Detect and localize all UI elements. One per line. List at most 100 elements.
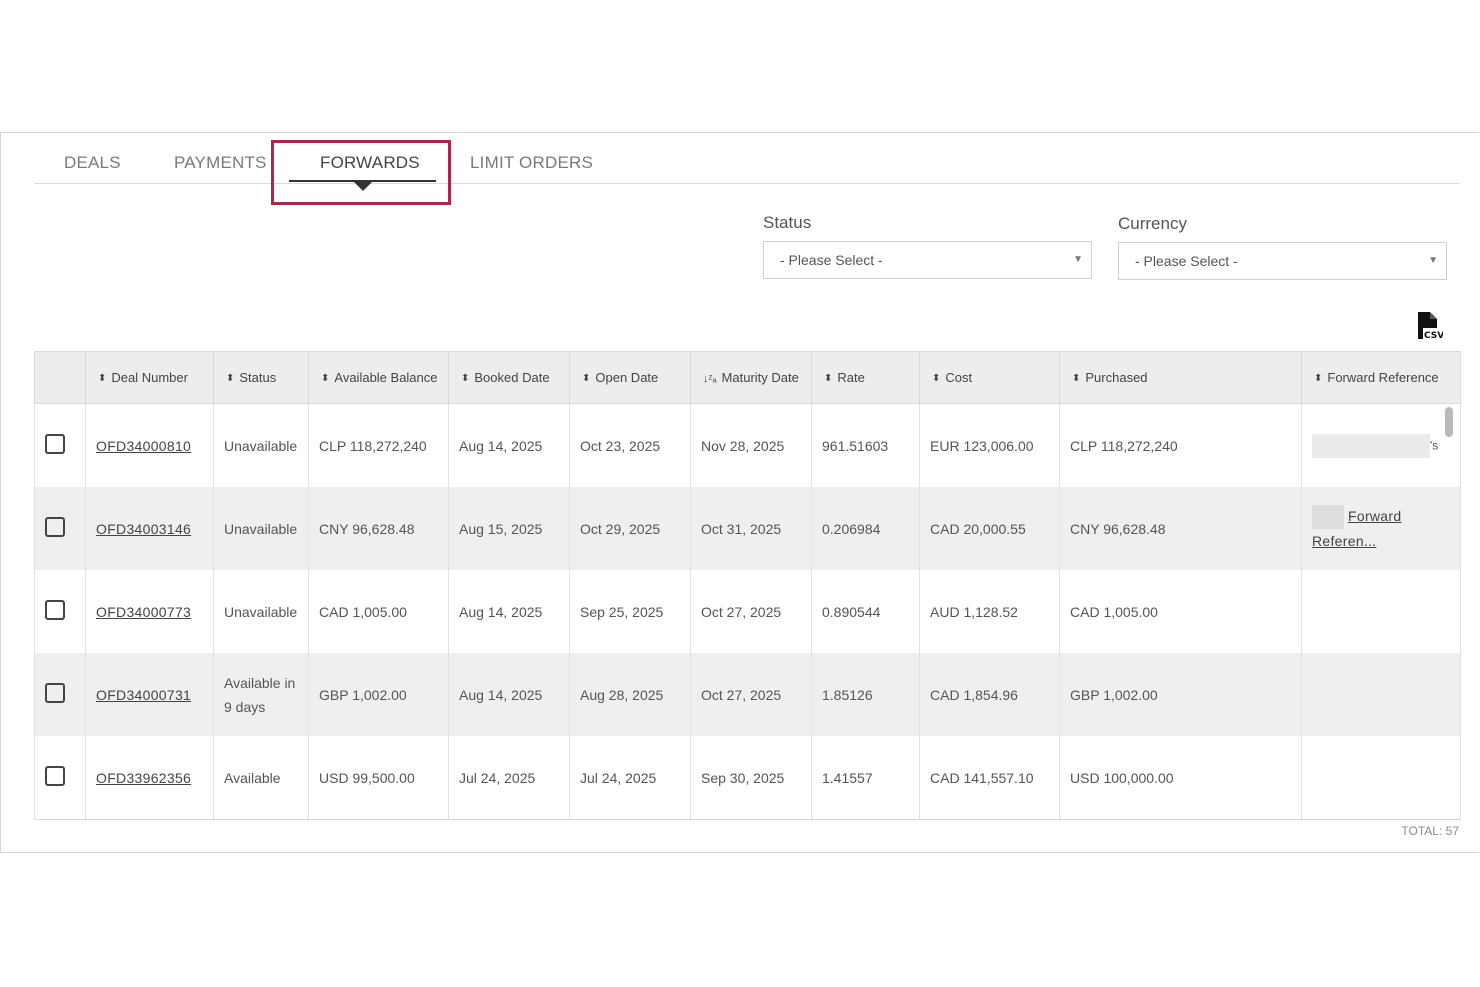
deal-number-link[interactable]: OFD34000731 bbox=[96, 687, 191, 703]
sort-icon: ⬍ bbox=[98, 373, 107, 385]
redacted-reference bbox=[1312, 433, 1430, 458]
tab-limit-orders[interactable]: LIMIT ORDERS bbox=[470, 153, 593, 173]
cost-cell: AUD 1,128.52 bbox=[919, 570, 1060, 653]
total-count: TOTAL: 57 bbox=[1401, 824, 1459, 838]
open-date-cell: Oct 29, 2025 bbox=[569, 487, 691, 570]
sort-icon: ⬍ bbox=[226, 373, 235, 385]
table-row: OFD34000810 Unavailable CLP 118,272,240 … bbox=[34, 403, 1461, 487]
available-balance-cell: CLP 118,272,240 bbox=[308, 403, 449, 487]
booked-date-cell: Aug 14, 2025 bbox=[448, 570, 570, 653]
booked-date-cell: Aug 14, 2025 bbox=[448, 653, 570, 736]
cost-cell: CAD 1,854.96 bbox=[919, 653, 1060, 736]
chevron-down-icon: ▼ bbox=[1073, 254, 1083, 265]
column-header-status[interactable]: ⬍ Status bbox=[213, 351, 309, 404]
status-cell: Available bbox=[213, 736, 309, 820]
deal-number-link[interactable]: OFD33962356 bbox=[96, 770, 191, 786]
column-header-deal-number[interactable]: ⬍ Deal Number bbox=[85, 351, 214, 404]
sort-icon: ⬍ bbox=[321, 373, 330, 385]
booked-date-cell: Aug 15, 2025 bbox=[448, 487, 570, 570]
forward-reference-cell bbox=[1301, 736, 1461, 820]
maturity-date-cell: Nov 28, 2025 bbox=[690, 403, 812, 487]
forward-reference-cell bbox=[1301, 570, 1461, 653]
column-header-booked-date[interactable]: ⬍ Booked Date bbox=[448, 351, 570, 404]
currency-select-value: - Please Select - bbox=[1135, 253, 1238, 269]
column-header-forward-reference[interactable]: ⬍ Forward Reference bbox=[1301, 351, 1461, 404]
sort-icon: ⬍ bbox=[1072, 373, 1081, 385]
available-balance-cell: GBP 1,002.00 bbox=[308, 653, 449, 736]
column-header-open-date[interactable]: ⬍ Open Date bbox=[569, 351, 691, 404]
forwards-panel: DEALS PAYMENTS FORWARDS LIMIT ORDERS Sta… bbox=[0, 132, 1479, 853]
booked-date-cell: Jul 24, 2025 bbox=[448, 736, 570, 820]
sort-descending-icon: ↓ᶻₐ bbox=[703, 372, 717, 385]
csv-export-icon[interactable]: CSV bbox=[1415, 311, 1443, 341]
row-checkbox[interactable] bbox=[45, 600, 65, 620]
maturity-date-cell: Sep 30, 2025 bbox=[690, 736, 812, 820]
forward-reference-cell bbox=[1301, 653, 1461, 736]
purchased-cell: CLP 118,272,240 bbox=[1059, 403, 1302, 487]
forwards-table: ⬍ Deal Number ⬍ Status ⬍ Available Balance … bbox=[34, 351, 1461, 820]
select-column-header bbox=[34, 351, 86, 404]
status-cell: Unavailable bbox=[213, 403, 309, 487]
status-select-value: - Please Select - bbox=[780, 252, 883, 268]
status-cell: Unavailable bbox=[213, 487, 309, 570]
rate-cell: 1.85126 bbox=[811, 653, 920, 736]
column-header-rate[interactable]: ⬍ Rate bbox=[811, 351, 920, 404]
sort-icon: ⬍ bbox=[582, 373, 591, 385]
available-balance-cell: USD 99,500.00 bbox=[308, 736, 449, 820]
open-date-cell: Jul 24, 2025 bbox=[569, 736, 691, 820]
column-header-available-balance[interactable]: ⬍ Available Balance bbox=[308, 351, 449, 404]
table-row: OFD34000731 Available in 9 days GBP 1,002… bbox=[34, 653, 1461, 736]
cost-cell: CAD 20,000.55 bbox=[919, 487, 1060, 570]
maturity-date-cell: Oct 31, 2025 bbox=[690, 487, 812, 570]
table-row: OFD34000773 Unavailable CAD 1,005.00 Aug… bbox=[34, 570, 1461, 653]
status-filter-label: Status bbox=[763, 213, 812, 232]
cost-cell: EUR 123,006.00 bbox=[919, 403, 1060, 487]
deal-number-link[interactable]: OFD34000810 bbox=[96, 438, 191, 454]
deal-number-link[interactable]: OFD34000773 bbox=[96, 604, 191, 620]
status-cell: Unavailable bbox=[213, 570, 309, 653]
table-row: OFD34003146 Unavailable CNY 96,628.48 Au… bbox=[34, 487, 1461, 570]
chevron-down-icon: ▼ bbox=[1428, 255, 1438, 266]
csv-label: CSV bbox=[1424, 331, 1443, 341]
column-header-purchased[interactable]: ⬍ Purchased bbox=[1059, 351, 1302, 404]
rate-cell: 0.890544 bbox=[811, 570, 920, 653]
deal-number-link[interactable]: OFD34003146 bbox=[96, 521, 191, 537]
maturity-date-cell: Oct 27, 2025 bbox=[690, 653, 812, 736]
column-header-cost[interactable]: ⬍ Cost bbox=[919, 351, 1060, 404]
forward-reference-link-cont[interactable]: Referen... bbox=[1312, 533, 1376, 549]
table-header-row: ⬍ Deal Number ⬍ Status ⬍ Available Balance … bbox=[34, 351, 1461, 404]
table-scrollbar-thumb[interactable] bbox=[1445, 407, 1453, 437]
cost-cell: CAD 141,557.10 bbox=[919, 736, 1060, 820]
currency-filter-label: Currency bbox=[1118, 214, 1187, 233]
tab-deals[interactable]: DEALS bbox=[64, 153, 121, 173]
forward-reference-link[interactable]: Forward bbox=[1348, 508, 1401, 524]
booked-date-cell: Aug 14, 2025 bbox=[448, 403, 570, 487]
column-header-maturity-date[interactable]: ↓ᶻₐ Maturity Date bbox=[690, 351, 812, 404]
row-checkbox[interactable] bbox=[45, 766, 65, 786]
sort-icon: ⬍ bbox=[824, 373, 833, 385]
open-date-cell: Aug 28, 2025 bbox=[569, 653, 691, 736]
rate-cell: 961.51603 bbox=[811, 403, 920, 487]
status-select[interactable]: - Please Select - ▼ bbox=[763, 241, 1092, 279]
row-checkbox[interactable] bbox=[45, 517, 65, 537]
sort-icon: ⬍ bbox=[461, 373, 470, 385]
purchased-cell: GBP 1,002.00 bbox=[1059, 653, 1302, 736]
purchased-cell: CAD 1,005.00 bbox=[1059, 570, 1302, 653]
maturity-date-cell: Oct 27, 2025 bbox=[690, 570, 812, 653]
rate-cell: 0.206984 bbox=[811, 487, 920, 570]
purchased-cell: USD 100,000.00 bbox=[1059, 736, 1302, 820]
rate-cell: 1.41557 bbox=[811, 736, 920, 820]
table-row: OFD33962356 Available USD 99,500.00 Jul … bbox=[34, 736, 1461, 820]
forward-reference-cell: Forward Referen... bbox=[1301, 487, 1461, 570]
currency-select[interactable]: - Please Select - ▼ bbox=[1118, 242, 1447, 280]
row-checkbox[interactable] bbox=[45, 434, 65, 454]
row-checkbox[interactable] bbox=[45, 683, 65, 703]
open-date-cell: Sep 25, 2025 bbox=[569, 570, 691, 653]
purchased-cell: CNY 96,628.48 bbox=[1059, 487, 1302, 570]
sort-icon: ⬍ bbox=[1314, 373, 1323, 385]
available-balance-cell: CNY 96,628.48 bbox=[308, 487, 449, 570]
sort-icon: ⬍ bbox=[932, 373, 941, 385]
redacted-reference bbox=[1312, 505, 1344, 530]
available-balance-cell: CAD 1,005.00 bbox=[308, 570, 449, 653]
tab-payments[interactable]: PAYMENTS bbox=[174, 153, 267, 173]
